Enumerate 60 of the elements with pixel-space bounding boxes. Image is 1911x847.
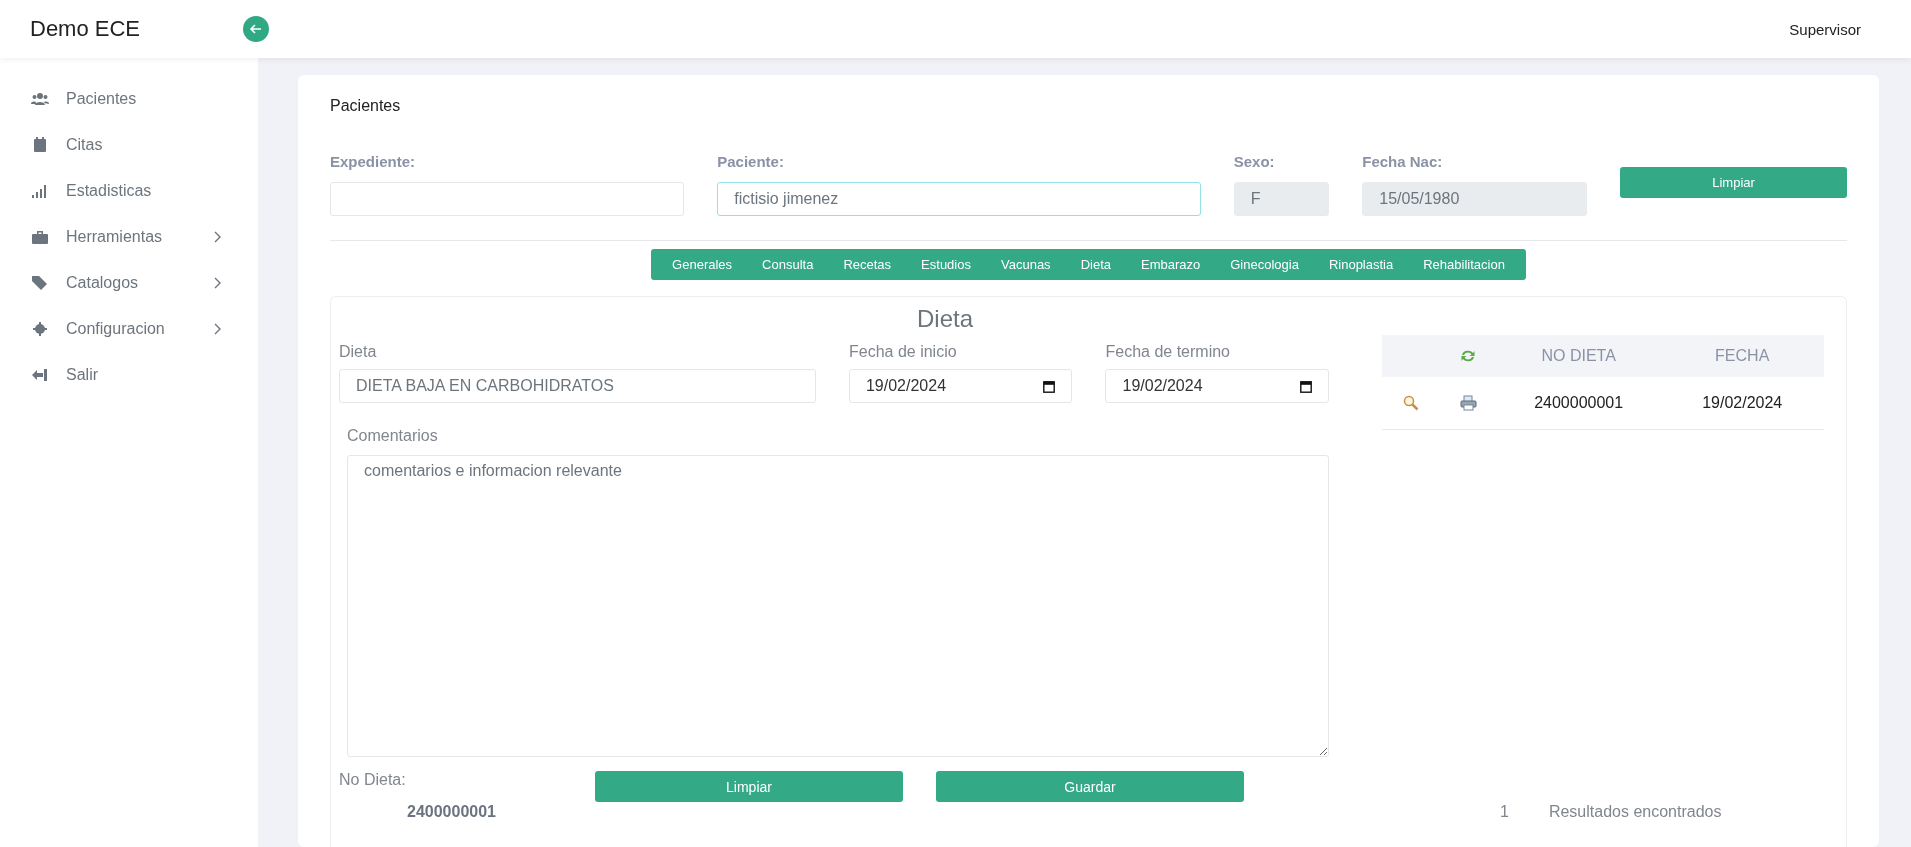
table-cell: 2400000001 <box>1534 394 1624 412</box>
tab[interactable]: Rehabilitacion <box>1408 257 1520 272</box>
refresh-icon[interactable] <box>1459 348 1478 364</box>
tab[interactable]: Ginecologia <box>1215 257 1314 272</box>
tab[interactable]: Dieta <box>1065 257 1126 272</box>
result-count: 1 <box>1500 803 1509 821</box>
tab[interactable]: Rinoplastia <box>1313 257 1409 272</box>
input-field[interactable] <box>330 182 685 216</box>
tab[interactable]: Generales <box>657 257 748 272</box>
toolbox-icon <box>30 229 50 245</box>
calendar-icon <box>1043 379 1056 393</box>
sidebar-item[interactable]: Citas <box>0 122 258 168</box>
tab[interactable]: Embarazo <box>1126 257 1216 272</box>
sidebar-item[interactable]: Herramientas <box>0 214 258 260</box>
comments-textarea[interactable]: comentarios e informacion relevante <box>347 455 1329 757</box>
column-header: FECHA <box>1715 347 1770 365</box>
user-name[interactable]: Supervisor <box>1789 20 1861 38</box>
input-field[interactable]: DIETA BAJA EN CARBOHIDRATOS <box>339 369 816 403</box>
field-label: Comentarios <box>347 427 439 445</box>
magnifier-icon[interactable] <box>1402 395 1419 411</box>
tab[interactable]: Estudios <box>906 257 986 272</box>
diet-number: 2400000001 <box>406 803 497 821</box>
field-label: Sexo: <box>1233 153 1276 170</box>
tags-icon <box>30 275 50 291</box>
field-label: Fecha Nac: <box>1362 153 1444 170</box>
sidebar-item[interactable]: Estadisticas <box>0 168 258 214</box>
input-field[interactable]: F <box>1233 182 1330 216</box>
sidebar-item[interactable]: Configuracion <box>0 306 258 352</box>
app-title: Demo ECE <box>30 16 142 42</box>
save-button[interactable]: Guardar <box>936 771 1244 802</box>
back-button[interactable] <box>243 16 269 42</box>
tab[interactable]: Consulta <box>747 257 829 272</box>
sidebar-item[interactable]: Pacientes <box>0 76 258 122</box>
printer-icon[interactable] <box>1459 395 1477 411</box>
field-label: Fecha de termino <box>1105 343 1231 361</box>
settings-icon <box>30 321 50 337</box>
input-field[interactable]: fictisio jimenez <box>717 182 1201 216</box>
field-label: Paciente: <box>717 153 785 170</box>
sidebar-item[interactable]: Catalogos <box>0 260 258 306</box>
field-label: Fecha de inicio <box>848 343 958 361</box>
calendar-icon <box>1300 379 1312 393</box>
field-label: Dieta <box>339 343 378 361</box>
table-cell: 19/02/2024 <box>1702 394 1783 412</box>
date-field[interactable]: 19/02/2024 <box>1105 369 1329 403</box>
date-field[interactable]: 19/02/2024 <box>848 369 1073 403</box>
users-icon <box>30 91 50 107</box>
sign-out-icon <box>30 367 50 383</box>
clear-button[interactable]: Limpiar <box>595 771 903 802</box>
sidebar-item[interactable]: Salir <box>0 352 258 398</box>
result-label: Resultados encontrados <box>1548 803 1722 821</box>
arrow-left-icon <box>249 22 263 36</box>
field-label: No Dieta: <box>339 771 407 789</box>
panel-title: Dieta <box>917 304 975 334</box>
tab[interactable]: Vacunas <box>986 257 1066 272</box>
clear-button[interactable]: Limpiar <box>1620 167 1847 198</box>
field-label: Expediente: <box>330 153 417 170</box>
input-field[interactable]: 15/05/1980 <box>1362 182 1588 216</box>
column-header: NO DIETA <box>1541 347 1616 365</box>
tab[interactable]: Recetas <box>828 257 907 272</box>
card-title: Pacientes <box>330 97 402 115</box>
